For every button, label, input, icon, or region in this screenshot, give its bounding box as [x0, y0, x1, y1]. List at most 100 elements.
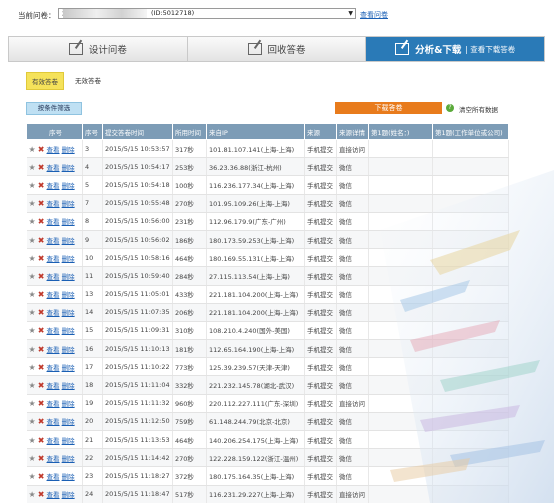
- star-icon[interactable]: ★: [29, 381, 36, 390]
- star-icon[interactable]: ★: [29, 199, 36, 208]
- delete-x-icon[interactable]: ✖: [38, 272, 45, 281]
- delete-link[interactable]: 删除: [62, 327, 75, 335]
- clear-all-data-link[interactable]: 清空所有数据: [459, 104, 498, 114]
- delete-link[interactable]: 删除: [62, 473, 75, 481]
- delete-link[interactable]: 删除: [62, 418, 75, 426]
- column-header[interactable]: 第1题(姓名：): [368, 123, 433, 140]
- delete-x-icon[interactable]: ✖: [38, 399, 45, 408]
- view-link[interactable]: 查看: [47, 146, 60, 154]
- valid-responses-tab[interactable]: 有效答卷: [26, 72, 64, 90]
- delete-link[interactable]: 删除: [62, 309, 75, 317]
- view-link[interactable]: 查看: [47, 200, 60, 208]
- star-icon[interactable]: ★: [29, 472, 36, 481]
- star-icon[interactable]: ★: [29, 145, 36, 154]
- view-link[interactable]: 查看: [47, 346, 60, 354]
- view-link[interactable]: 查看: [47, 164, 60, 172]
- delete-x-icon[interactable]: ✖: [38, 145, 45, 154]
- help-icon[interactable]: ?: [446, 104, 454, 112]
- delete-link[interactable]: 删除: [62, 200, 75, 208]
- delete-x-icon[interactable]: ✖: [38, 454, 45, 463]
- delete-link[interactable]: 删除: [62, 437, 75, 445]
- delete-x-icon[interactable]: ✖: [38, 254, 45, 263]
- star-icon[interactable]: ★: [29, 181, 36, 190]
- view-link[interactable]: 查看: [47, 273, 60, 281]
- delete-x-icon[interactable]: ✖: [38, 163, 45, 172]
- column-header[interactable]: 来源: [304, 123, 337, 140]
- delete-x-icon[interactable]: ✖: [38, 472, 45, 481]
- delete-link[interactable]: 删除: [62, 164, 75, 172]
- delete-link[interactable]: 删除: [62, 291, 75, 299]
- star-icon[interactable]: ★: [29, 217, 36, 226]
- delete-x-icon[interactable]: ✖: [38, 417, 45, 426]
- star-icon[interactable]: ★: [29, 290, 36, 299]
- column-header[interactable]: 第1题(工作单位或公司): [432, 123, 509, 140]
- delete-link[interactable]: 删除: [62, 455, 75, 463]
- delete-link[interactable]: 删除: [62, 364, 75, 372]
- tab-sublabel[interactable]: | 查看下载答卷: [465, 44, 515, 55]
- view-link[interactable]: 查看: [47, 218, 60, 226]
- view-link[interactable]: 查看: [47, 309, 60, 317]
- delete-link[interactable]: 删除: [62, 491, 75, 499]
- view-link[interactable]: 查看: [47, 400, 60, 408]
- star-icon[interactable]: ★: [29, 399, 36, 408]
- invalid-responses-tab[interactable]: 无效答卷: [70, 72, 106, 90]
- survey-select[interactable]: 治 (ID:5012718) ▼: [58, 8, 356, 19]
- delete-x-icon[interactable]: ✖: [38, 490, 45, 499]
- star-icon[interactable]: ★: [29, 454, 36, 463]
- delete-x-icon[interactable]: ✖: [38, 236, 45, 245]
- star-icon[interactable]: ★: [29, 363, 36, 372]
- delete-link[interactable]: 删除: [62, 237, 75, 245]
- delete-x-icon[interactable]: ✖: [38, 181, 45, 190]
- tab-analyze-download[interactable]: 分析&下载 | 查看下载答卷: [366, 37, 545, 61]
- delete-x-icon[interactable]: ✖: [38, 363, 45, 372]
- view-link[interactable]: 查看: [47, 491, 60, 499]
- star-icon[interactable]: ★: [29, 254, 36, 263]
- delete-link[interactable]: 删除: [62, 382, 75, 390]
- star-icon[interactable]: ★: [29, 236, 36, 245]
- delete-x-icon[interactable]: ✖: [38, 290, 45, 299]
- delete-x-icon[interactable]: ✖: [38, 326, 45, 335]
- star-icon[interactable]: ★: [29, 308, 36, 317]
- column-header[interactable]: 来源详情: [336, 123, 369, 140]
- delete-x-icon[interactable]: ✖: [38, 217, 45, 226]
- star-icon[interactable]: ★: [29, 490, 36, 499]
- column-header[interactable]: 所用时间: [172, 123, 207, 140]
- star-icon[interactable]: ★: [29, 272, 36, 281]
- star-icon[interactable]: ★: [29, 436, 36, 445]
- view-link[interactable]: 查看: [47, 237, 60, 245]
- delete-x-icon[interactable]: ✖: [38, 199, 45, 208]
- delete-link[interactable]: 删除: [62, 146, 75, 154]
- delete-x-icon[interactable]: ✖: [38, 381, 45, 390]
- delete-link[interactable]: 删除: [62, 255, 75, 263]
- view-link[interactable]: 查看: [47, 255, 60, 263]
- delete-x-icon[interactable]: ✖: [38, 436, 45, 445]
- delete-link[interactable]: 删除: [62, 273, 75, 281]
- view-link[interactable]: 查看: [47, 418, 60, 426]
- star-icon[interactable]: ★: [29, 417, 36, 426]
- view-link[interactable]: 查看: [47, 182, 60, 190]
- delete-link[interactable]: 删除: [62, 182, 75, 190]
- delete-x-icon[interactable]: ✖: [38, 345, 45, 354]
- view-link[interactable]: 查看: [47, 473, 60, 481]
- delete-x-icon[interactable]: ✖: [38, 308, 45, 317]
- view-link[interactable]: 查看: [47, 455, 60, 463]
- delete-link[interactable]: 删除: [62, 346, 75, 354]
- star-icon[interactable]: ★: [29, 345, 36, 354]
- view-link[interactable]: 查看: [47, 437, 60, 445]
- tab-collect-responses[interactable]: 回收答卷: [187, 37, 367, 61]
- tab-design-survey[interactable]: 设计问卷: [9, 37, 188, 61]
- download-responses-button[interactable]: 下载答卷: [335, 102, 442, 114]
- column-header[interactable]: 来自IP: [206, 123, 305, 140]
- view-link[interactable]: 查看: [47, 327, 60, 335]
- star-icon[interactable]: ★: [29, 326, 36, 335]
- column-header[interactable]: 序号: [26, 123, 83, 140]
- delete-link[interactable]: 删除: [62, 218, 75, 226]
- view-survey-link[interactable]: 查看问卷: [360, 10, 388, 20]
- filter-by-condition-button[interactable]: 按条件筛选: [26, 102, 82, 115]
- star-icon[interactable]: ★: [29, 163, 36, 172]
- column-header[interactable]: 提交答卷时间: [102, 123, 173, 140]
- column-header[interactable]: 序号: [82, 123, 103, 140]
- delete-link[interactable]: 删除: [62, 400, 75, 408]
- view-link[interactable]: 查看: [47, 364, 60, 372]
- view-link[interactable]: 查看: [47, 382, 60, 390]
